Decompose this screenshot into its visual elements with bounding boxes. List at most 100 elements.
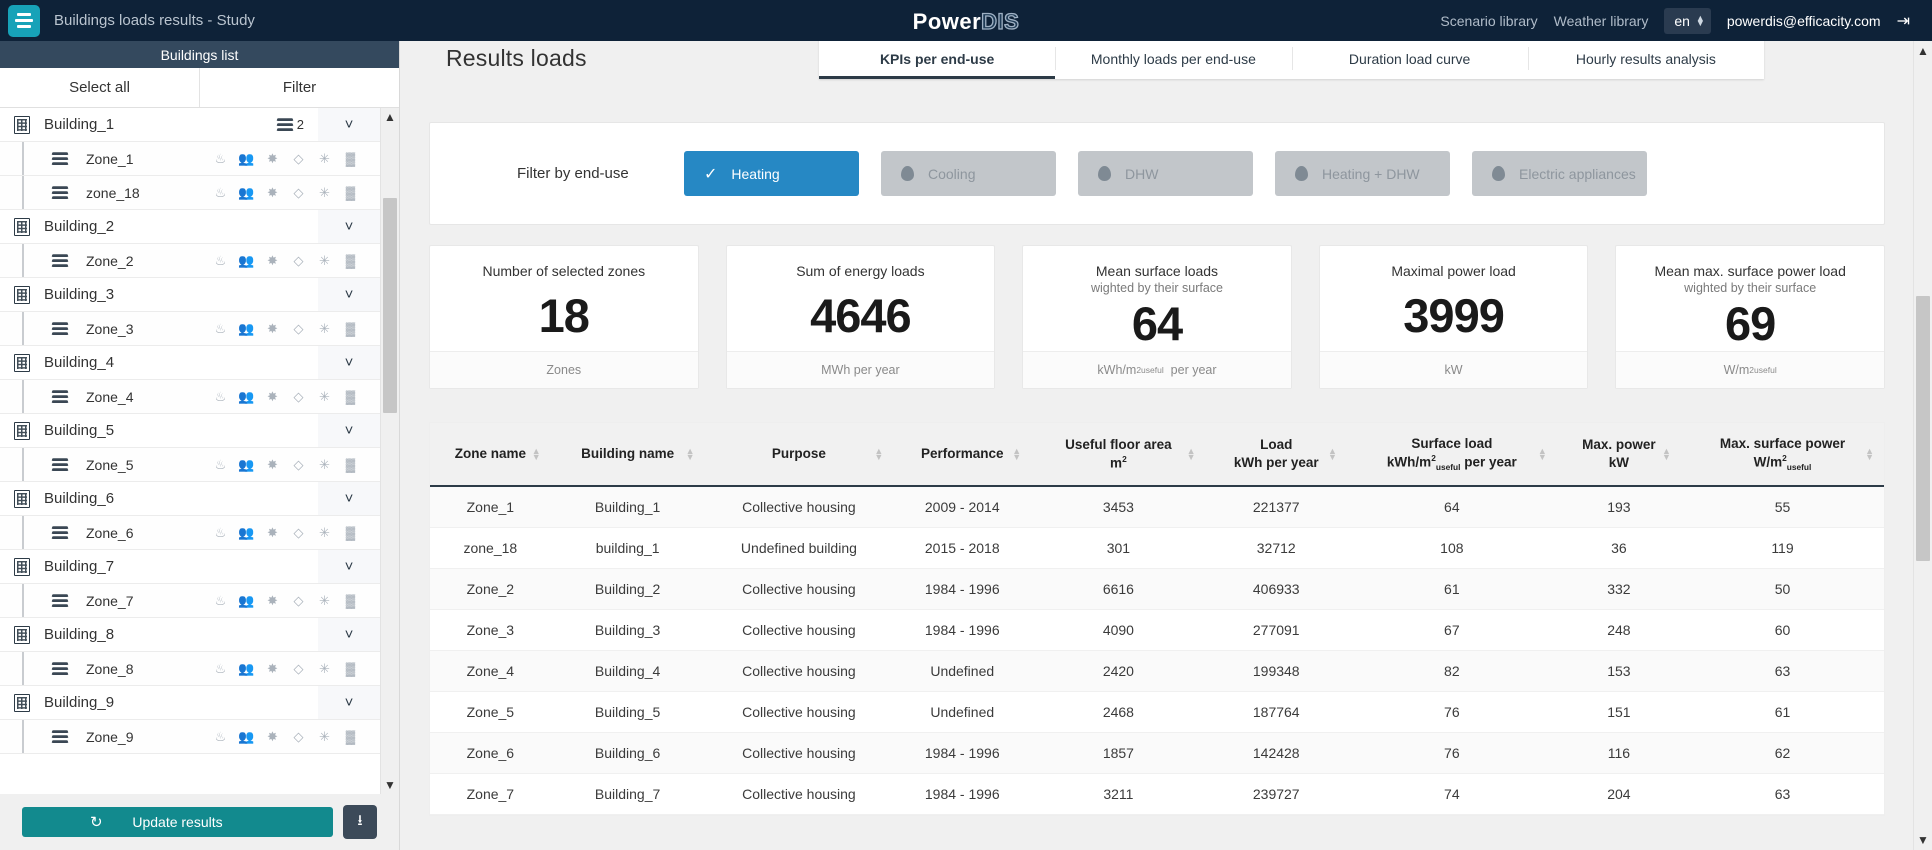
update-results-button[interactable]: ↻ Update results: [22, 807, 333, 837]
dhw-droplet-icon[interactable]: ◇: [291, 525, 306, 540]
heating-icon[interactable]: ♨: [213, 253, 228, 268]
ventilation-icon[interactable]: ✸: [265, 321, 280, 336]
table-row[interactable]: Zone_1 Building_1 Collective housing 2009 -…: [430, 485, 1884, 528]
dhw-droplet-icon[interactable]: ◇: [291, 389, 306, 404]
dhw-droplet-icon[interactable]: ◇: [291, 457, 306, 472]
heating-icon[interactable]: ♨: [213, 389, 228, 404]
occupancy-icon[interactable]: 👥: [238, 253, 254, 268]
scroll-up-icon[interactable]: ▲: [381, 108, 399, 126]
sort-arrows-icon[interactable]: ▲ ▼: [1012, 446, 1021, 461]
tab-duration-load-curve[interactable]: Duration load curve: [1291, 41, 1528, 79]
tab-kpis-per-end-use[interactable]: KPIs per end-use: [819, 41, 1056, 79]
logout-icon[interactable]: ⇥: [1897, 11, 1910, 31]
page-scroll-up-icon[interactable]: ▲: [1914, 41, 1932, 61]
occupancy-icon[interactable]: 👥: [238, 593, 254, 608]
ventilation-icon[interactable]: ✸: [265, 389, 280, 404]
building-row[interactable]: Building_8 ˅: [0, 618, 380, 652]
electric-heating-icon[interactable]: ▓: [343, 457, 358, 472]
electric-heating-icon[interactable]: ▓: [343, 185, 358, 200]
chevron-down-icon[interactable]: ˅: [318, 414, 380, 447]
table-column-header[interactable]: Max. power kW ▲ ▼: [1556, 423, 1681, 486]
heating-icon[interactable]: ♨: [213, 729, 228, 744]
sort-arrows-icon[interactable]: ▲ ▼: [1865, 446, 1874, 461]
chevron-down-icon[interactable]: ˅: [318, 482, 380, 515]
electric-heating-icon[interactable]: ▓: [343, 729, 358, 744]
electric-heating-icon[interactable]: ▓: [343, 593, 358, 608]
table-column-header[interactable]: Building name ▲ ▼: [550, 423, 705, 486]
heating-icon[interactable]: ♨: [213, 321, 228, 336]
sort-arrows-icon[interactable]: ▲ ▼: [1328, 446, 1337, 461]
filter-button[interactable]: Filter: [200, 68, 399, 107]
table-row[interactable]: Zone_3 Building_3 Collective housing 1984 -…: [430, 609, 1884, 651]
ventilation-icon[interactable]: ✸: [265, 185, 280, 200]
buildings-tree[interactable]: Building_1 2 ˅ Zone_1 ♨ 👥 ✸ ◇ ✳ ▓ zone_18 ♨ 👥 ✸ ◇ ✳ ▓ Bui…: [0, 108, 380, 794]
end-use-option-heating-dhw[interactable]: Heating + DHW: [1275, 151, 1450, 196]
sort-arrows-icon[interactable]: ▲ ▼: [1662, 446, 1671, 461]
chevron-down-icon[interactable]: ˅: [318, 618, 380, 651]
page-scrollbar[interactable]: ▲ ▼: [1913, 41, 1932, 850]
zone-row[interactable]: Zone_7 ♨ 👥 ✸ ◇ ✳ ▓: [0, 584, 380, 618]
occupancy-icon[interactable]: 👥: [238, 321, 254, 336]
chevron-down-icon[interactable]: ˅: [318, 686, 380, 719]
chevron-down-icon[interactable]: ˅: [318, 278, 380, 311]
cooling-snowflake-icon[interactable]: ✳: [317, 185, 332, 200]
heating-icon[interactable]: ♨: [213, 661, 228, 676]
building-row[interactable]: Building_4 ˅: [0, 346, 380, 380]
tab-monthly-loads-per-end-use[interactable]: Monthly loads per end-use: [1055, 41, 1291, 79]
zone-row[interactable]: Zone_3 ♨ 👥 ✸ ◇ ✳ ▓: [0, 312, 380, 346]
table-column-header[interactable]: Max. surface power W/m2useful ▲ ▼: [1680, 423, 1884, 486]
occupancy-icon[interactable]: 👥: [238, 661, 254, 676]
zone-row[interactable]: Zone_2 ♨ 👥 ✸ ◇ ✳ ▓: [0, 244, 380, 278]
table-column-header[interactable]: Load kWh per year ▲ ▼: [1205, 423, 1347, 486]
sort-arrows-icon[interactable]: ▲ ▼: [1187, 446, 1196, 461]
download-icon[interactable]: ⭳: [343, 805, 377, 839]
table-row[interactable]: Zone_4 Building_4 Collective housing Undefi…: [430, 650, 1884, 692]
cooling-snowflake-icon[interactable]: ✳: [317, 457, 332, 472]
building-row[interactable]: Building_6 ˅: [0, 482, 380, 516]
heating-icon[interactable]: ♨: [213, 593, 228, 608]
table-row[interactable]: Zone_6 Building_6 Collective housing 1984 -…: [430, 732, 1884, 774]
electric-heating-icon[interactable]: ▓: [343, 389, 358, 404]
sort-arrows-icon[interactable]: ▲ ▼: [874, 446, 883, 461]
table-row[interactable]: Zone_2 Building_2 Collective housing 1984 -…: [430, 568, 1884, 610]
building-row[interactable]: Building_3 ˅: [0, 278, 380, 312]
table-row[interactable]: Zone_7 Building_7 Collective housing 1984 -…: [430, 773, 1884, 815]
user-email[interactable]: powerdis@efficacity.com: [1727, 13, 1881, 29]
electric-heating-icon[interactable]: ▓: [343, 525, 358, 540]
cooling-snowflake-icon[interactable]: ✳: [317, 321, 332, 336]
page-scrollbar-thumb[interactable]: [1916, 296, 1930, 561]
zone-row[interactable]: Zone_8 ♨ 👥 ✸ ◇ ✳ ▓: [0, 652, 380, 686]
ventilation-icon[interactable]: ✸: [265, 457, 280, 472]
heating-icon[interactable]: ♨: [213, 185, 228, 200]
zone-row[interactable]: Zone_4 ♨ 👥 ✸ ◇ ✳ ▓: [0, 380, 380, 414]
end-use-option-cooling[interactable]: Cooling: [881, 151, 1056, 196]
chevron-down-icon[interactable]: ˅: [318, 550, 380, 583]
ventilation-icon[interactable]: ✸: [265, 593, 280, 608]
building-row[interactable]: Building_5 ˅: [0, 414, 380, 448]
dhw-droplet-icon[interactable]: ◇: [291, 185, 306, 200]
zone-row[interactable]: Zone_5 ♨ 👥 ✸ ◇ ✳ ▓: [0, 448, 380, 482]
table-column-header[interactable]: Purpose ▲ ▼: [704, 423, 894, 486]
table-row[interactable]: Zone_5 Building_5 Collective housing Undefi…: [430, 691, 1884, 733]
ventilation-icon[interactable]: ✸: [265, 729, 280, 744]
cooling-snowflake-icon[interactable]: ✳: [317, 253, 332, 268]
ventilation-icon[interactable]: ✸: [265, 253, 280, 268]
zone-row[interactable]: Zone_9 ♨ 👥 ✸ ◇ ✳ ▓: [0, 720, 380, 754]
building-row[interactable]: Building_7 ˅: [0, 550, 380, 584]
dhw-droplet-icon[interactable]: ◇: [291, 321, 306, 336]
sidebar-scrollbar-thumb[interactable]: [383, 198, 397, 413]
table-column-header[interactable]: Zone name ▲ ▼: [430, 423, 551, 486]
end-use-option-heating[interactable]: ✓ Heating: [684, 151, 859, 196]
tab-hourly-results-analysis[interactable]: Hourly results analysis: [1527, 41, 1764, 79]
building-row[interactable]: Building_2 ˅: [0, 210, 380, 244]
heating-icon[interactable]: ♨: [213, 151, 228, 166]
cooling-snowflake-icon[interactable]: ✳: [317, 151, 332, 166]
cooling-snowflake-icon[interactable]: ✳: [317, 729, 332, 744]
dhw-droplet-icon[interactable]: ◇: [291, 661, 306, 676]
ventilation-icon[interactable]: ✸: [265, 525, 280, 540]
electric-heating-icon[interactable]: ▓: [343, 151, 358, 166]
occupancy-icon[interactable]: 👥: [238, 151, 254, 166]
table-column-header[interactable]: Useful floor area m2 ▲ ▼: [1031, 423, 1206, 486]
cooling-snowflake-icon[interactable]: ✳: [317, 525, 332, 540]
zone-row[interactable]: Zone_1 ♨ 👥 ✸ ◇ ✳ ▓: [0, 142, 380, 176]
